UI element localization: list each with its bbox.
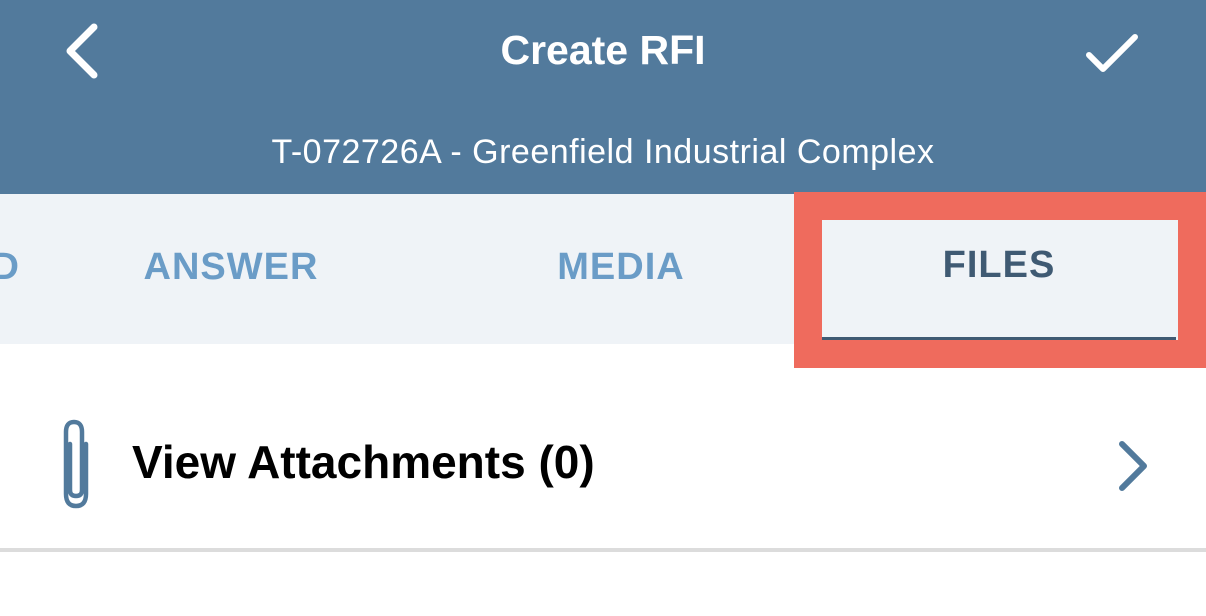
app-header: Create RFI T-072726A - Greenfield Indust… xyxy=(0,0,1206,194)
view-attachments-label: View Attachments (0) xyxy=(132,436,595,488)
page-title: Create RFI xyxy=(500,27,706,73)
tab-files[interactable]: FILES xyxy=(822,194,1176,340)
tab-bar: D ANSWER MEDIA FILES xyxy=(0,194,1206,344)
confirm-button[interactable] xyxy=(1076,18,1148,88)
paperclip-icon xyxy=(63,419,89,509)
project-subtitle: T-072726A - Greenfield Industrial Comple… xyxy=(271,133,935,171)
tab-partial[interactable]: D xyxy=(0,194,20,340)
tab-answer[interactable]: ANSWER xyxy=(100,194,362,340)
chevron-right-icon xyxy=(1119,441,1147,491)
view-attachments-row[interactable]: View Attachments (0) xyxy=(0,370,1206,552)
checkmark-icon xyxy=(1086,34,1138,72)
tab-media[interactable]: MEDIA xyxy=(490,194,752,340)
